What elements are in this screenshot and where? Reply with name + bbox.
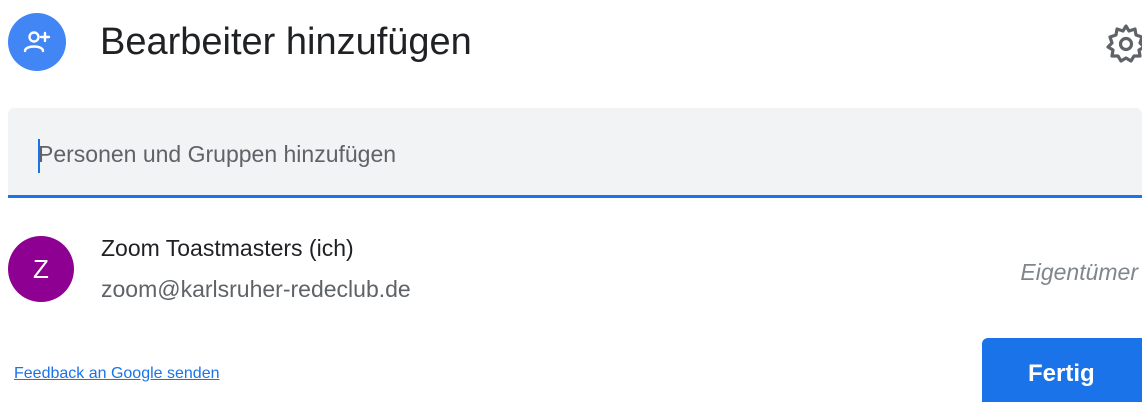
person-email: zoom@karlsruher-redeclub.de	[101, 276, 411, 302]
gear-icon[interactable]	[1104, 22, 1142, 66]
dialog-title: Bearbeiter hinzufügen	[100, 21, 472, 63]
add-people-input[interactable]	[38, 128, 1118, 180]
avatar: Z	[8, 236, 74, 302]
person-role: Eigentümer	[1020, 259, 1138, 285]
person-add-icon	[8, 13, 66, 71]
feedback-link[interactable]: Feedback an Google senden	[14, 364, 219, 384]
add-editors-dialog: Bearbeiter hinzufügen Z Zoom Toastmaster…	[0, 0, 1142, 402]
done-button[interactable]: Fertig	[982, 338, 1142, 402]
person-name: Zoom Toastmasters (ich)	[101, 235, 354, 261]
add-people-field[interactable]	[8, 108, 1142, 198]
